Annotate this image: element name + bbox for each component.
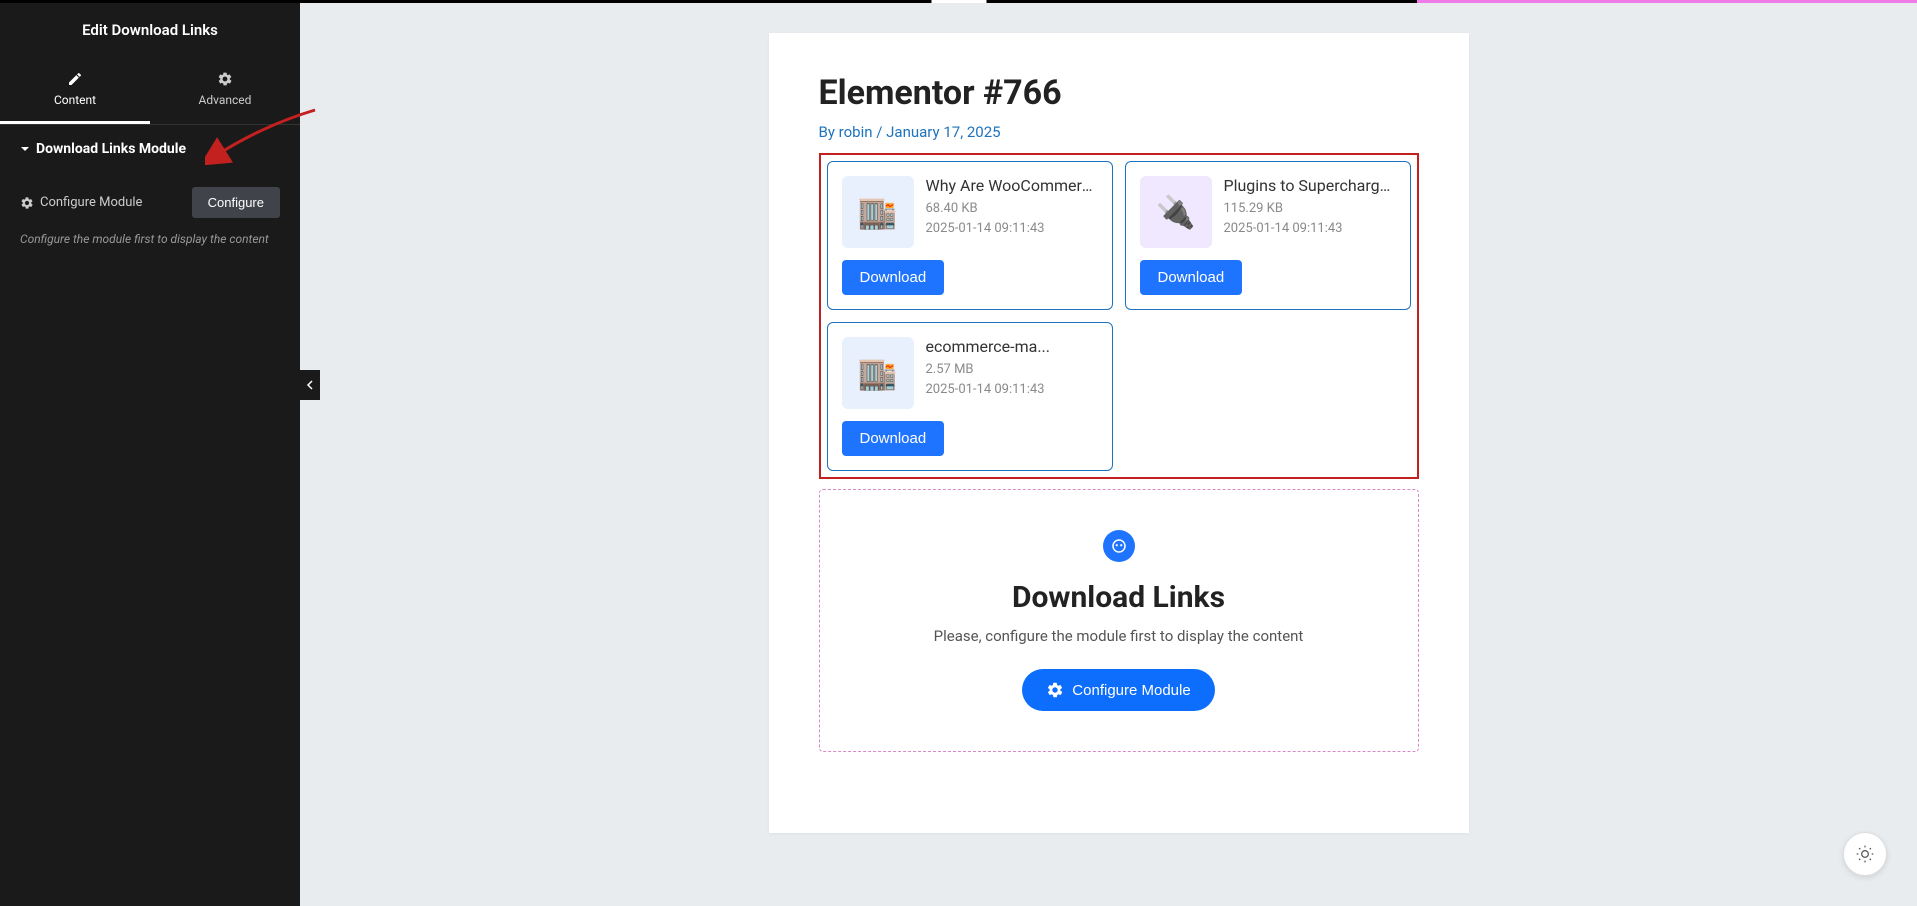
download-date: 2025-01-14 09:11:43: [926, 219, 1098, 239]
caret-down-icon: [20, 144, 30, 154]
download-thumbnail: 🏬: [842, 176, 914, 248]
download-grid: 🏬 Why Are WooCommerce Pl 68.40 KB 2025-0…: [827, 161, 1411, 471]
chevron-left-icon: [306, 380, 314, 390]
meta-sep: /: [873, 123, 887, 141]
section-title: Download Links Module: [36, 141, 186, 157]
sidebar-tabs: Content Advanced: [0, 57, 300, 125]
pencil-icon: [67, 71, 83, 87]
sidebar-collapse-handle[interactable]: [300, 370, 320, 400]
main-canvas: Elementor #766 By robin / January 17, 20…: [320, 3, 1917, 906]
download-thumbnail: 🔌: [1140, 176, 1212, 248]
page-title: Elementor #766: [819, 73, 1419, 113]
meta-date[interactable]: January 17, 2025: [886, 123, 1000, 141]
section-toggle[interactable]: Download Links Module: [20, 141, 280, 157]
gear-small-icon: [20, 196, 34, 210]
highlighted-widget: 🏬 Why Are WooCommerce Pl 68.40 KB 2025-0…: [819, 153, 1419, 479]
module-placeholder-title: Download Links: [840, 580, 1398, 615]
download-card: 🔌 Plugins to Supercharge You 115.29 KB 2…: [1125, 161, 1411, 310]
page-meta: By robin / January 17, 2025: [819, 123, 1419, 141]
theme-toggle-button[interactable]: [1843, 832, 1887, 876]
module-placeholder-text: Please, configure the module first to di…: [840, 627, 1398, 645]
gear-white-icon: [1046, 681, 1064, 699]
hint-text: Configure the module first to display th…: [0, 224, 300, 254]
download-date: 2025-01-14 09:11:43: [1224, 219, 1396, 239]
configure-button[interactable]: Configure: [192, 187, 280, 218]
module-placeholder[interactable]: Download Links Please, configure the mod…: [819, 489, 1419, 752]
configure-module-button-label: Configure Module: [1072, 682, 1190, 699]
tab-advanced[interactable]: Advanced: [150, 57, 300, 124]
download-button[interactable]: Download: [842, 421, 945, 456]
download-title: Plugins to Supercharge You: [1224, 176, 1396, 195]
topbar-center-mark: [931, 0, 986, 3]
tab-advanced-label: Advanced: [199, 93, 252, 107]
gear-icon: [217, 71, 233, 87]
download-size: 68.40 KB: [926, 199, 1098, 219]
configure-label: Configure Module: [20, 195, 142, 210]
configure-label-text: Configure Module: [40, 195, 142, 210]
download-size: 2.57 MB: [926, 360, 1050, 380]
download-button[interactable]: Download: [842, 260, 945, 295]
meta-author[interactable]: By robin: [819, 123, 873, 141]
configure-module-button[interactable]: Configure Module: [1022, 669, 1214, 711]
tab-content[interactable]: Content: [0, 57, 150, 124]
editor-sidebar: Edit Download Links Content Advanced Dow…: [0, 3, 300, 906]
panel-section: Download Links Module: [0, 125, 300, 173]
download-card: 🏬 ecommerce-ma... 2.57 MB 2025-01-14 09:…: [827, 322, 1113, 471]
progress-indicator: [1417, 0, 1917, 3]
module-logo-icon: [1103, 530, 1135, 562]
download-card: 🏬 Why Are WooCommerce Pl 68.40 KB 2025-0…: [827, 161, 1113, 310]
tab-content-label: Content: [54, 93, 96, 107]
download-thumbnail: 🏬: [842, 337, 914, 409]
download-title: ecommerce-ma...: [926, 337, 1050, 356]
configure-row: Configure Module Configure: [0, 173, 300, 224]
download-size: 115.29 KB: [1224, 199, 1396, 219]
download-date: 2025-01-14 09:11:43: [926, 380, 1050, 400]
sun-icon: [1855, 844, 1875, 864]
page-card: Elementor #766 By robin / January 17, 20…: [769, 33, 1469, 833]
sidebar-title: Edit Download Links: [0, 3, 300, 57]
download-button[interactable]: Download: [1140, 260, 1243, 295]
download-title: Why Are WooCommerce Pl: [926, 176, 1098, 195]
